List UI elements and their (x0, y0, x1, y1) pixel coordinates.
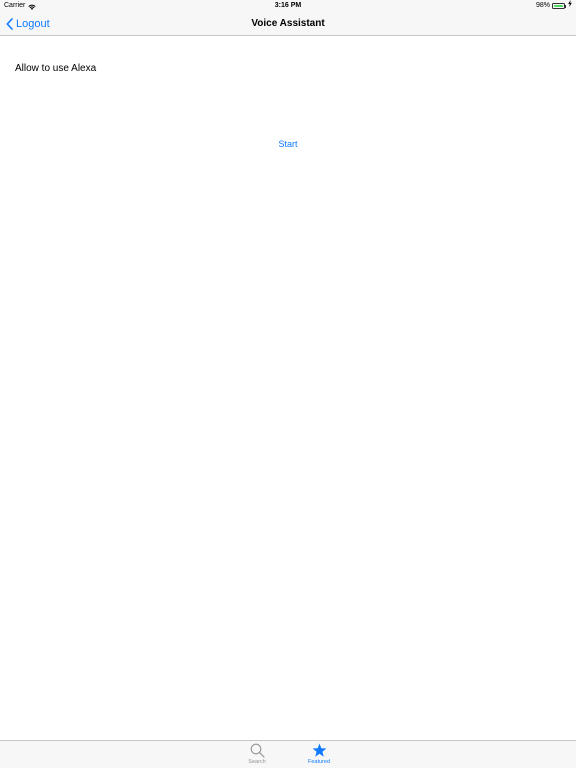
tab-featured-label: Featured (307, 759, 330, 765)
tab-bar: Search Featured (0, 740, 576, 768)
charging-bolt-icon (568, 0, 572, 12)
start-button[interactable]: Start (278, 139, 297, 149)
battery-nub (565, 4, 566, 8)
status-right: 98% (536, 0, 572, 12)
battery-percent: 98% (535, 2, 550, 9)
navigation-bar: Logout Voice Assistant (0, 12, 576, 36)
battery-icon (552, 3, 565, 9)
status-time: 3:16 PM (274, 2, 302, 9)
tab-featured[interactable]: Featured (299, 741, 339, 769)
page-title: Voice Assistant (251, 18, 325, 29)
allow-alexa-label: Allow to use Alexa (15, 63, 97, 74)
status-bar: Carrier 3:16 PM 98% (0, 0, 576, 12)
tab-search[interactable]: Search (237, 741, 277, 769)
star-icon (312, 743, 326, 757)
battery-fill (554, 5, 563, 7)
magnifier-icon (250, 743, 265, 758)
start-button-row: Start (0, 138, 576, 150)
tab-search-label: Search (248, 759, 266, 765)
